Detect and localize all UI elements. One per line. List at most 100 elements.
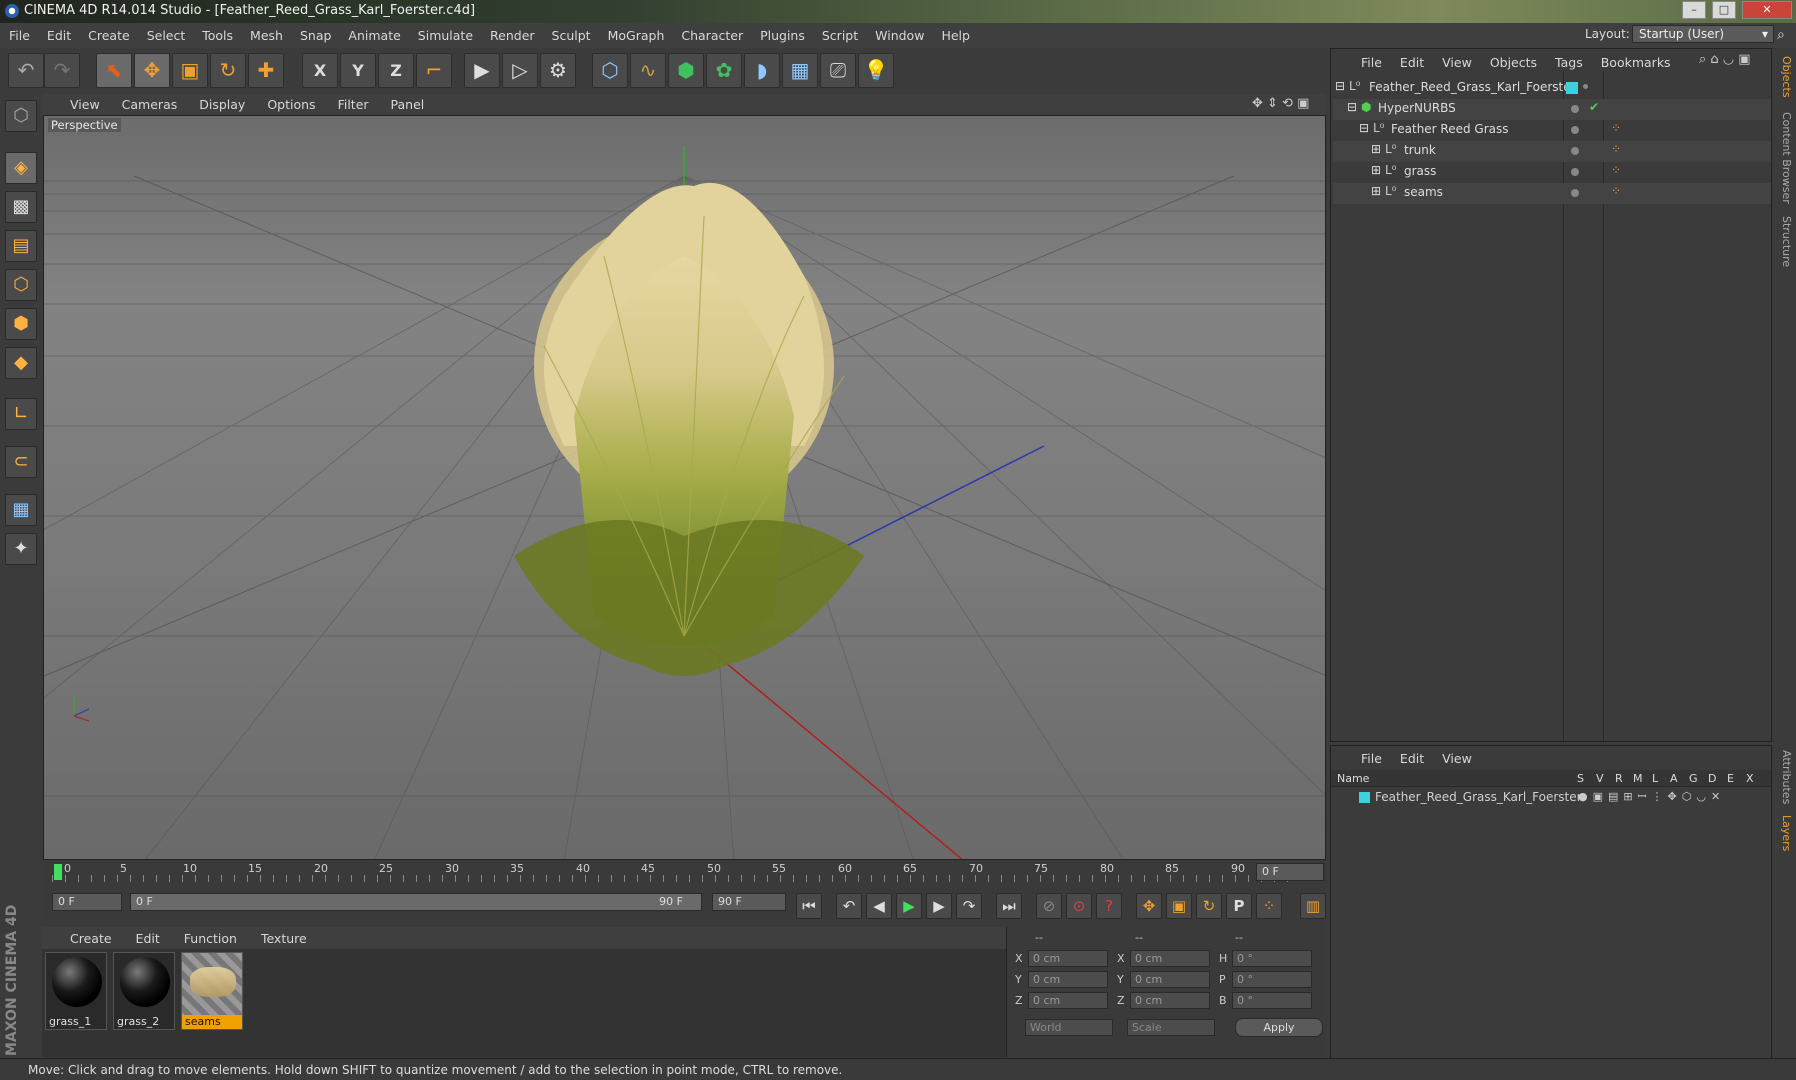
menu-mesh[interactable]: Mesh <box>241 23 291 43</box>
menu-snap[interactable]: Snap <box>291 23 339 43</box>
preview-range-slider[interactable]: 0 F 90 F <box>130 893 702 911</box>
enabled-checkmark-icon[interactable]: ✔ <box>1589 100 1599 114</box>
rotate-icon[interactable]: ↻ <box>210 53 246 88</box>
menu-mograph[interactable]: MoGraph <box>599 23 673 43</box>
column-generators[interactable]: G <box>1689 772 1698 785</box>
viewport-camera-label[interactable]: Perspective <box>48 118 121 132</box>
scale-icon[interactable]: ▣ <box>172 53 208 88</box>
minimize-button[interactable]: – <box>1682 1 1706 19</box>
object-menu-objects[interactable]: Objects <box>1481 49 1546 70</box>
material-tag-icon[interactable]: ⁘ <box>1611 121 1621 135</box>
coordinate-system-icon[interactable]: ⌐ <box>416 53 452 88</box>
points-mode-icon[interactable]: ⬡ <box>5 269 37 301</box>
material-tag-icon[interactable]: ⁘ <box>1611 163 1621 177</box>
viewport-menu-display[interactable]: Display <box>188 94 256 112</box>
cube-icon[interactable]: ⬡ <box>592 53 628 88</box>
rotation-b-field[interactable]: 0 ° <box>1232 992 1312 1009</box>
play-icon[interactable]: ▶ <box>896 893 922 919</box>
axis-mode-icon[interactable]: ∟ <box>5 398 37 430</box>
go-to-start-icon[interactable]: ⏮ <box>796 893 822 919</box>
object-row[interactable]: ⊞ L⁰ grass ⁘ <box>1333 162 1771 183</box>
scale-key-icon[interactable]: ▣ <box>1166 893 1192 919</box>
position-y-field[interactable]: 0 cm <box>1028 971 1108 988</box>
keyframe-selection-icon[interactable]: ? <box>1096 893 1122 919</box>
size-z-field[interactable]: 0 cm <box>1130 992 1210 1009</box>
collapse-icon[interactable]: ⊟ <box>1335 79 1345 93</box>
menu-tools[interactable]: Tools <box>193 23 241 43</box>
object-menu-tags[interactable]: Tags <box>1546 49 1592 70</box>
tab-attributes[interactable]: Attributes <box>1775 750 1793 804</box>
object-menu-file[interactable]: File <box>1331 49 1391 70</box>
size-x-field[interactable]: 0 cm <box>1130 950 1210 967</box>
column-manager[interactable]: M <box>1633 772 1643 785</box>
go-to-end-icon[interactable]: ⏭ <box>996 893 1022 919</box>
current-frame-field[interactable]: 0 F <box>1256 863 1324 881</box>
menu-window[interactable]: Window <box>866 23 932 43</box>
scene-floor-icon[interactable]: ▦ <box>782 53 818 88</box>
search-icon[interactable]: ⌕ <box>1777 27 1785 43</box>
collapse-icon[interactable]: ⊟ <box>1359 121 1369 135</box>
object-menu-view[interactable]: View <box>1433 49 1481 70</box>
3d-viewport[interactable]: Perspective <box>43 115 1326 860</box>
viewport-navigation-icons[interactable]: ✥ ⇕ ⟲ ▣ <box>1252 96 1309 111</box>
object-row[interactable]: ⊟ ⬢ HyperNURBS ✔ <box>1333 99 1771 120</box>
texture-mode-icon[interactable]: ▩ <box>5 191 37 223</box>
layout-select[interactable]: Startup (User) ▾ <box>1632 25 1774 43</box>
material-menu-texture[interactable]: Texture <box>249 927 319 946</box>
layer-menu-edit[interactable]: Edit <box>1391 746 1433 766</box>
material-tag-icon[interactable]: ⁘ <box>1611 184 1621 198</box>
model-mode-icon[interactable]: ◈ <box>5 152 37 184</box>
menu-script[interactable]: Script <box>813 23 866 43</box>
rotation-p-field[interactable]: 0 ° <box>1232 971 1312 988</box>
layer-color-swatch[interactable] <box>1566 82 1578 94</box>
material-swatch[interactable]: grass_1 <box>45 952 107 1030</box>
render-view-icon[interactable]: ▶ <box>464 53 500 88</box>
spline-icon[interactable]: ∿ <box>630 53 666 88</box>
menu-render[interactable]: Render <box>481 23 543 43</box>
z-axis-icon[interactable]: Z <box>378 53 414 88</box>
menu-animate[interactable]: Animate <box>339 23 408 43</box>
tab-structure[interactable]: Structure <box>1775 216 1793 267</box>
tab-content-browser[interactable]: Content Browser <box>1775 112 1793 204</box>
column-expressions[interactable]: E <box>1727 772 1734 785</box>
object-manager-toolbar-icons[interactable]: ⌕ ⌂ ◡ ▣ <box>1699 52 1751 67</box>
add-icon[interactable]: ✚ <box>248 53 284 88</box>
rotation-h-field[interactable]: 0 ° <box>1232 950 1312 967</box>
previous-frame-icon[interactable]: ◀ <box>866 893 892 919</box>
viewport-menu-cameras[interactable]: Cameras <box>111 94 189 112</box>
viewport-menu-filter[interactable]: Filter <box>327 94 380 112</box>
layer-color-swatch[interactable] <box>1359 792 1370 803</box>
make-editable-icon[interactable]: ⬡ <box>5 100 37 132</box>
position-z-field[interactable]: 0 cm <box>1028 992 1108 1009</box>
visibility-dot[interactable] <box>1571 147 1579 155</box>
next-key-icon[interactable]: ↷ <box>956 893 982 919</box>
menu-select[interactable]: Select <box>138 23 194 43</box>
viewport-menu-view[interactable]: View <box>42 94 111 112</box>
layer-menu-file[interactable]: File <box>1331 746 1391 766</box>
column-locked[interactable]: L <box>1652 772 1658 785</box>
menu-help[interactable]: Help <box>932 23 978 43</box>
object-row[interactable]: ⊟ L⁰ Feather Reed Grass ⁘ <box>1333 120 1771 141</box>
camera-icon[interactable]: ⎚ <box>820 53 856 88</box>
viewport-menu-panel[interactable]: Panel <box>380 94 436 112</box>
column-view[interactable]: V <box>1596 772 1604 785</box>
expand-icon[interactable]: ⊞ <box>1371 163 1381 177</box>
size-y-field[interactable]: 0 cm <box>1130 971 1210 988</box>
workplane-icon[interactable]: ▤ <box>5 230 37 262</box>
visibility-dot[interactable] <box>1571 189 1579 197</box>
visibility-dot[interactable] <box>1571 168 1579 176</box>
pla-key-icon[interactable]: ⁘ <box>1256 893 1282 919</box>
start-frame-field[interactable]: 0 F <box>52 893 122 911</box>
layer-row[interactable]: Feather_Reed_Grass_Karl_Foerster ●▣▤⊞ꟷ⋮✥… <box>1331 788 1771 806</box>
collapse-icon[interactable]: ⊟ <box>1347 100 1357 114</box>
menu-sculpt[interactable]: Sculpt <box>543 23 599 43</box>
timeline-icon[interactable]: ▥ <box>1300 893 1326 919</box>
parameter-key-icon[interactable]: P <box>1226 893 1252 919</box>
object-menu-edit[interactable]: Edit <box>1391 49 1433 70</box>
visibility-dot[interactable] <box>1571 126 1579 134</box>
autokey-icon[interactable]: ⊙ <box>1066 893 1092 919</box>
record-active-icon[interactable]: ⊘ <box>1036 893 1062 919</box>
layer-flag-icons[interactable]: ●▣▤⊞ꟷ⋮✥⬡◡✕ <box>1578 789 1725 804</box>
column-solo[interactable]: S <box>1577 772 1584 785</box>
column-render[interactable]: R <box>1615 772 1623 785</box>
